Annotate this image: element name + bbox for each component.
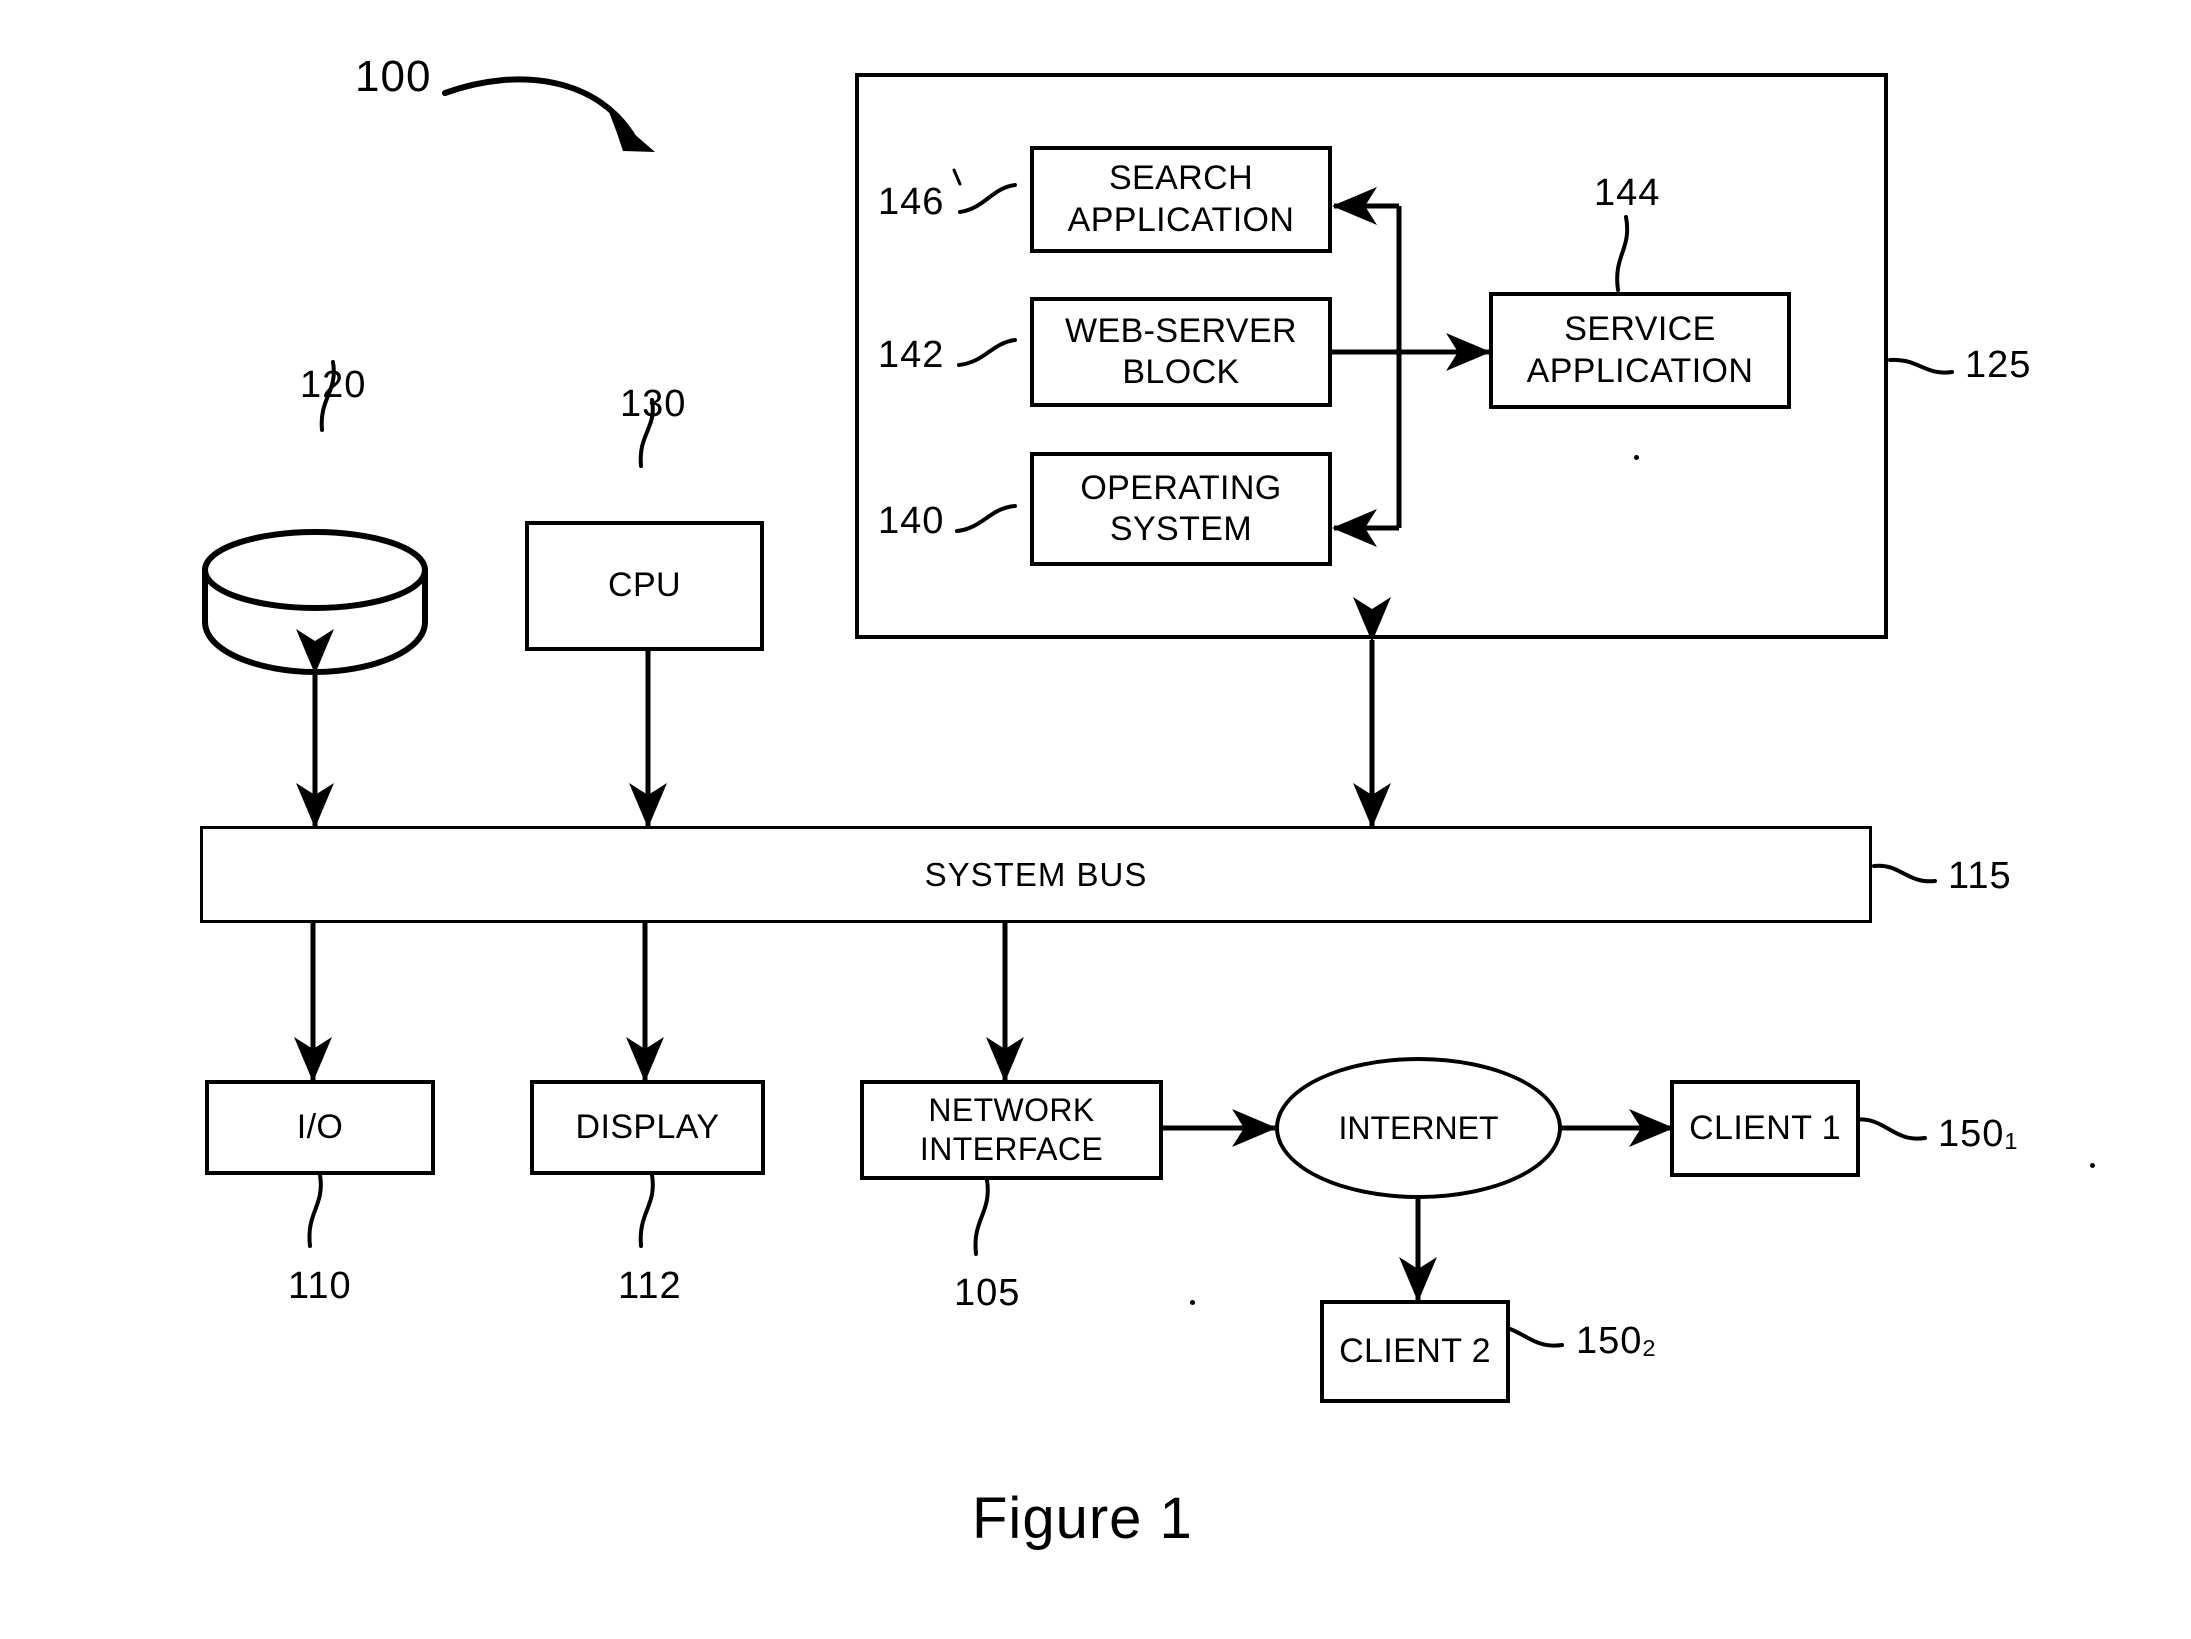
system-bus: SYSTEM BUS (200, 826, 1872, 923)
web-server-block-label: WEB-SERVER BLOCK (1065, 311, 1297, 391)
operating-system-label: OPERATING SYSTEM (1080, 468, 1282, 548)
scan-speck (1363, 800, 1368, 805)
display-label: DISPLAY (575, 1107, 720, 1146)
ref-140: 140 (878, 500, 945, 542)
client-2-box[interactable]: CLIENT 2 (1320, 1300, 1510, 1403)
network-interface-box[interactable]: NETWORK INTERFACE (860, 1080, 1163, 1180)
io-label: I/O (296, 1107, 344, 1146)
service-application-box[interactable]: SERVICE APPLICATION (1489, 292, 1791, 409)
ref-144: 144 (1594, 172, 1661, 214)
leader-110 (307, 1173, 323, 1248)
ref-110: 110 (288, 1265, 352, 1307)
io-box[interactable]: I/O (205, 1080, 435, 1175)
figure-caption: Figure 1 (972, 1486, 1193, 1551)
ref-100: 100 (355, 52, 432, 101)
ref-150-1-subscript: 1 (2004, 1127, 2019, 1154)
ref-120: 120 (300, 364, 367, 406)
operating-system-box[interactable]: OPERATING SYSTEM (1030, 452, 1332, 566)
ref-150-2-subscript: 2 (1642, 1334, 1657, 1361)
ref-105: 105 (954, 1272, 1021, 1314)
leader-150-1 (1851, 1117, 1927, 1141)
web-server-block-box[interactable]: WEB-SERVER BLOCK (1030, 297, 1332, 407)
ref-125: 125 (1965, 344, 2032, 386)
internet-label: INTERNET (1338, 1109, 1499, 1146)
cpu-box[interactable]: CPU (525, 521, 764, 651)
ref-150-1-number: 150 (1938, 1113, 2005, 1155)
ref-142: 142 (878, 334, 945, 376)
scan-speck (1190, 1300, 1195, 1305)
leader-105 (973, 1178, 990, 1256)
cpu-label: CPU (608, 566, 681, 605)
leader-125 (1888, 357, 1954, 375)
ref-150-2-number: 150 (1576, 1320, 1643, 1362)
ref-146: 146 (878, 181, 945, 223)
search-application-label: SEARCH APPLICATION (1067, 159, 1295, 239)
client-1-label: CLIENT 1 (1689, 1108, 1841, 1147)
network-interface-label: NETWORK INTERFACE (919, 1091, 1104, 1167)
ref-112: 112 (618, 1265, 682, 1307)
storage-disk-icon (202, 529, 428, 675)
search-application-box[interactable]: SEARCH APPLICATION (1030, 146, 1332, 253)
internet-cloud[interactable]: INTERNET (1275, 1057, 1562, 1199)
client-1-box[interactable]: CLIENT 1 (1670, 1080, 1860, 1177)
scan-speck (2090, 1163, 2095, 1168)
ref-130: 130 (620, 383, 687, 425)
system-bus-label: SYSTEM BUS (924, 855, 1148, 893)
ref-150-2: 1502 (1576, 1320, 1657, 1363)
ref-115: 115 (1948, 855, 2012, 897)
display-box[interactable]: DISPLAY (530, 1080, 765, 1175)
client-2-label: CLIENT 2 (1339, 1331, 1491, 1370)
system-ref-arrow (442, 76, 655, 152)
patent-figure-1: SEARCH APPLICATION WEB-SERVER BLOCK OPER… (0, 0, 2191, 1639)
leader-112 (638, 1173, 655, 1248)
leader-115 (1872, 863, 1937, 884)
service-application-label: SERVICE APPLICATION (1526, 310, 1754, 390)
ref-150-1: 1501 (1938, 1113, 2019, 1156)
